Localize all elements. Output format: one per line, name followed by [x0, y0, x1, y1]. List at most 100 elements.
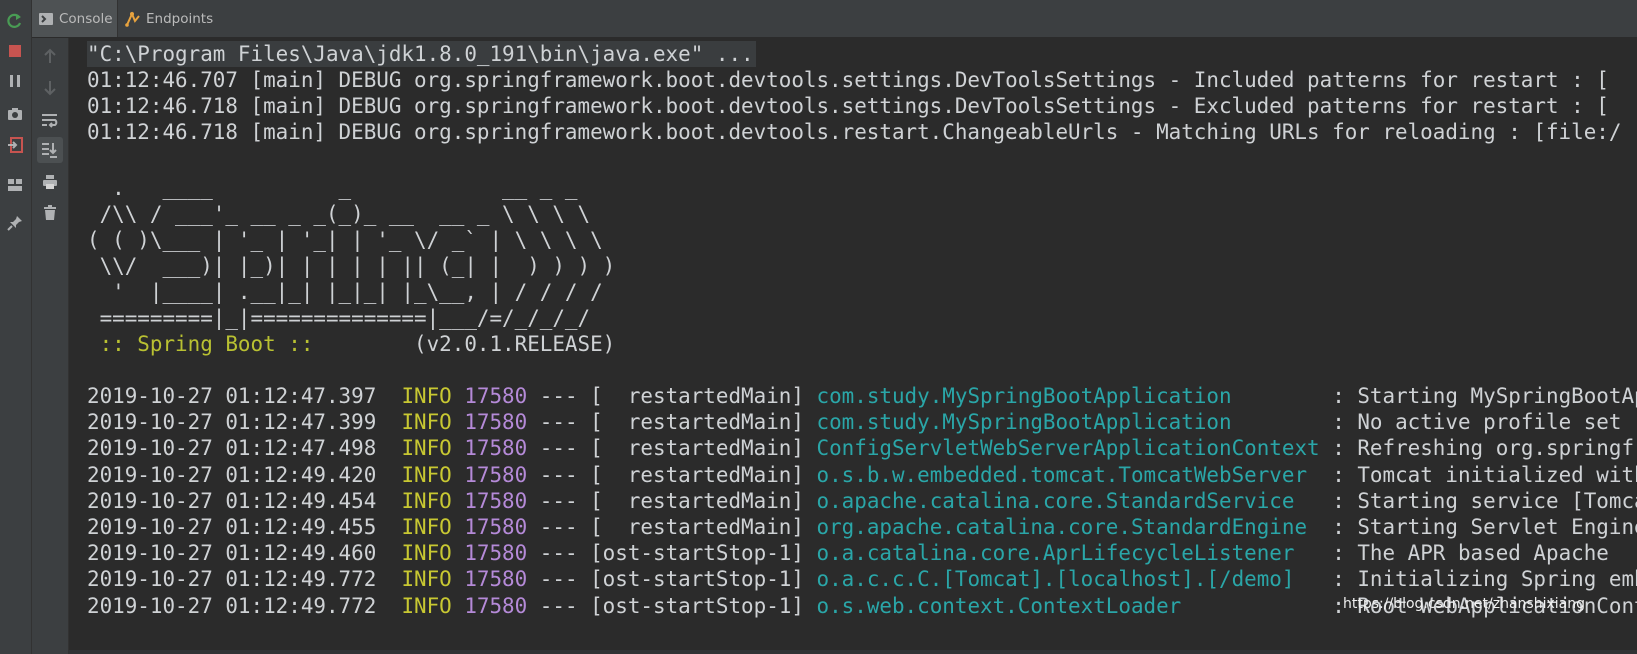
print-icon[interactable]	[37, 169, 63, 195]
log-timestamp: 2019-10-27 01:12:49.454	[87, 488, 377, 513]
debug-line: 01:12:46.718 [main] DEBUG org.springfram…	[87, 120, 1622, 144]
log-separator: ---	[539, 462, 578, 487]
log-level: INFO	[401, 515, 452, 539]
command-line: "C:\Program Files\Java\jdk1.8.0_191\bin\…	[87, 41, 756, 67]
log-line: 2019-10-27 01:12:47.399 INFO 17580 --- […	[87, 409, 1621, 435]
log-thread: [ restartedMain]	[590, 436, 804, 461]
log-message: : The APR based Apache	[1332, 541, 1609, 566]
log-message: : Starting MySpringBootApplication	[1332, 384, 1637, 408]
log-message: : Initializing Spring embedded	[1332, 567, 1637, 592]
rerun-icon[interactable]	[2, 8, 28, 34]
trash-icon[interactable]	[37, 200, 63, 226]
log-pid: 17580	[464, 410, 528, 435]
log-level: INFO	[401, 384, 452, 408]
log-level: INFO	[401, 436, 452, 461]
log-timestamp: 2019-10-27 01:12:49.772	[87, 593, 377, 618]
screenshot-icon[interactable]	[2, 101, 28, 127]
spring-boot-label: :: Spring Boot ::	[87, 332, 326, 356]
banner-line: \\/ ___)| |_)| | | | | || (_| | ) ) ) )	[87, 254, 616, 278]
log-logger: o.a.c.c.C.[Tomcat].[localhost].[/demo]	[816, 567, 1333, 592]
log-level: INFO	[401, 541, 452, 566]
log-logger: o.apache.catalina.core.StandardService	[816, 488, 1333, 513]
scroll-to-end-icon[interactable]	[37, 137, 63, 163]
banner-line: ' |____| .__|_| |_|_| |_\__, | / / / /	[87, 280, 603, 304]
log-thread: [ restartedMain]	[590, 515, 804, 539]
pause-icon[interactable]	[2, 68, 28, 94]
log-separator: ---	[539, 436, 578, 461]
watermark-text: https://blog.csdn.net/zhanshixiang	[1343, 596, 1585, 612]
stop-icon[interactable]	[2, 38, 28, 64]
log-line: 2019-10-27 01:12:49.454 INFO 17580 --- […	[87, 488, 1637, 514]
endpoints-icon	[125, 11, 141, 27]
log-level: INFO	[401, 593, 452, 618]
log-thread: [ost-startStop-1]	[590, 541, 804, 566]
down-arrow-icon[interactable]	[37, 75, 63, 101]
tab-endpoints[interactable]: Endpoints	[119, 0, 253, 37]
log-thread: [ restartedMain]	[590, 384, 804, 408]
log-timestamp: 2019-10-27 01:12:47.397	[87, 384, 377, 408]
horizontal-scrollbar[interactable]	[69, 650, 1637, 654]
log-logger: o.s.b.w.embedded.tomcat.TomcatWebServer	[816, 462, 1333, 487]
log-logger: o.s.web.context.ContextLoader	[816, 593, 1333, 618]
tool-window-header: Console Endpoints	[32, 0, 1637, 38]
run-toolbar	[0, 0, 32, 654]
console-toolbar	[32, 38, 69, 654]
log-message: : Tomcat initialized with	[1332, 462, 1637, 487]
log-thread: [ost-startStop-1]	[590, 593, 804, 618]
console-output[interactable]: "C:\Program Files\Java\jdk1.8.0_191\bin\…	[69, 38, 1637, 650]
log-logger: ConfigServletWebServerApplicationContext	[816, 436, 1333, 461]
log-level: INFO	[401, 567, 452, 592]
log-timestamp: 2019-10-27 01:12:47.399	[87, 410, 377, 435]
banner-line: /\\ / ___'_ __ _ _(_)_ __ __ _ \ \ \ \	[87, 202, 591, 226]
log-pid: 17580	[464, 541, 528, 566]
spring-boot-version: (v2.0.1.RELEASE)	[325, 332, 616, 356]
log-timestamp: 2019-10-27 01:12:47.498	[87, 436, 377, 461]
log-line: 2019-10-27 01:12:47.397 INFO 17580 --- […	[87, 383, 1637, 409]
log-logger: com.study.MySpringBootApplication	[816, 384, 1333, 408]
log-message: : No active profile set	[1332, 410, 1622, 435]
log-timestamp: 2019-10-27 01:12:49.455	[87, 515, 377, 539]
log-line: 2019-10-27 01:12:49.460 INFO 17580 --- […	[87, 540, 1609, 566]
log-pid: 17580	[464, 384, 528, 408]
log-level: INFO	[401, 488, 452, 513]
log-timestamp: 2019-10-27 01:12:49.420	[87, 462, 377, 487]
tab-console[interactable]: Console	[32, 0, 118, 37]
console-icon	[38, 11, 54, 27]
log-separator: ---	[539, 384, 578, 408]
log-pid: 17580	[464, 462, 528, 487]
log-timestamp: 2019-10-27 01:12:49.460	[87, 541, 377, 566]
log-thread: [ restartedMain]	[590, 410, 804, 435]
log-pid: 17580	[464, 436, 528, 461]
log-timestamp: 2019-10-27 01:12:49.772	[87, 567, 377, 592]
log-pid: 17580	[464, 488, 528, 513]
log-message: : Starting service [Tomcat]	[1332, 488, 1637, 513]
log-level: INFO	[401, 462, 452, 487]
up-arrow-icon[interactable]	[37, 43, 63, 69]
log-separator: ---	[539, 488, 578, 513]
log-thread: [ restartedMain]	[590, 462, 804, 487]
log-thread: [ost-startStop-1]	[590, 567, 804, 592]
log-message: : Starting Servlet Engine	[1332, 515, 1637, 539]
log-line: 2019-10-27 01:12:49.420 INFO 17580 --- […	[87, 462, 1637, 488]
log-logger: org.apache.catalina.core.StandardEngine	[816, 515, 1333, 539]
log-message: : Refreshing org.springframework	[1332, 436, 1637, 461]
log-pid: 17580	[464, 567, 528, 592]
log-line: 2019-10-27 01:12:49.455 INFO 17580 --- […	[87, 514, 1637, 540]
log-level: INFO	[401, 410, 452, 435]
log-logger: o.a.catalina.core.AprLifecycleListener	[816, 541, 1333, 566]
tab-endpoints-label: Endpoints	[146, 10, 214, 27]
log-separator: ---	[539, 593, 578, 618]
log-separator: ---	[539, 541, 578, 566]
log-line: 2019-10-27 01:12:49.772 INFO 17580 --- […	[87, 566, 1637, 592]
pin-icon[interactable]	[2, 210, 28, 236]
log-pid: 17580	[464, 515, 528, 539]
log-logger: com.study.MySpringBootApplication	[816, 410, 1333, 435]
log-thread: [ restartedMain]	[590, 488, 804, 513]
soft-wrap-icon[interactable]	[37, 107, 63, 133]
log-line: 2019-10-27 01:12:47.498 INFO 17580 --- […	[87, 435, 1637, 461]
exit-icon[interactable]	[2, 132, 28, 158]
tab-console-label: Console	[59, 10, 113, 27]
layout-icon[interactable]	[2, 172, 28, 198]
log-pid: 17580	[464, 593, 528, 618]
spring-boot-version-line: :: Spring Boot :: (v2.0.1.RELEASE)	[87, 331, 616, 357]
